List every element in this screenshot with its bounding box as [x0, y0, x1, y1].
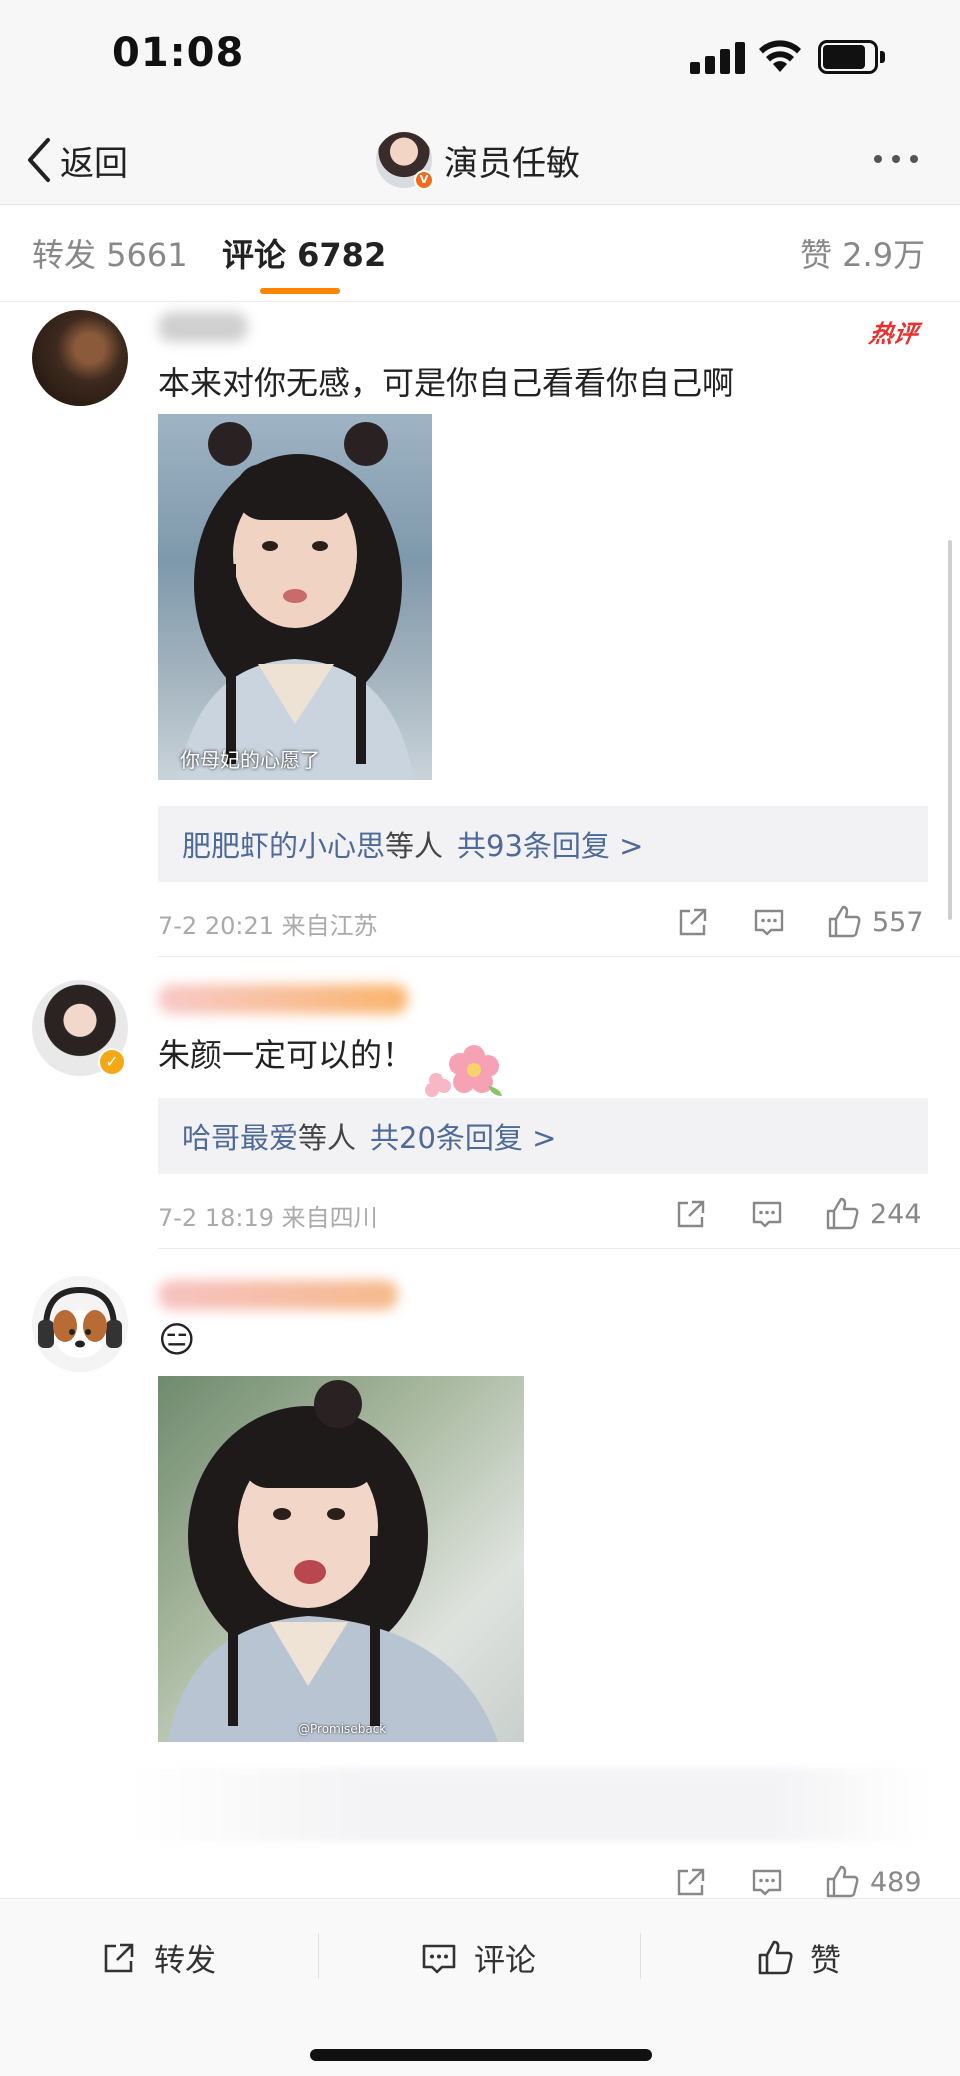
username-blurred[interactable]: [158, 312, 248, 342]
divider: [640, 1933, 641, 1979]
dog-headphones-avatar: [38, 1286, 122, 1358]
battery-icon: [818, 40, 886, 74]
comment-meta: 7-2 18:19 来自四川: [158, 1204, 378, 1232]
like-button[interactable]: 489: [824, 1864, 922, 1900]
thumbs-up-icon: [828, 905, 861, 938]
like-count: 489: [870, 1866, 922, 1898]
replies-summary[interactable]: 哈哥最爱 等人 共20条回复 >: [158, 1098, 928, 1174]
back-label: 返回: [60, 143, 128, 184]
share-icon[interactable]: [674, 1197, 708, 1231]
replies-summary[interactable]: 肥肥虾的小心思 等人 共93条回复 >: [158, 806, 928, 882]
tab-comments[interactable]: 评论 6782: [222, 230, 386, 276]
divider: [158, 1248, 960, 1249]
reply-user[interactable]: 哈哥最爱: [182, 1115, 298, 1157]
chevron-left-icon: [28, 138, 50, 182]
share-icon[interactable]: [674, 1865, 708, 1899]
share-icon[interactable]: [676, 905, 710, 939]
status-time: 01:08: [112, 30, 245, 76]
tab-bar: 转发 5661 评论 6782 赞 2.9万: [0, 206, 960, 302]
nav-bar: 返回 V 演员任敏: [0, 115, 960, 205]
comment-text: 本来对你无感，可是你自己看看你自己啊: [158, 364, 735, 402]
hot-comment-badge: 热评: [867, 320, 921, 348]
active-tab-indicator: [260, 288, 340, 294]
comment-actions: 244: [674, 1194, 928, 1234]
username-blurred[interactable]: [158, 1280, 398, 1310]
like-label: 赞: [810, 1943, 841, 1979]
status-bar: 01:08: [0, 0, 960, 115]
flower-sticker-icon: [422, 1042, 506, 1098]
comment-icon[interactable]: [750, 1197, 784, 1231]
comment-meta: 7-2 20:21 来自江苏: [158, 912, 378, 940]
thumbs-up-icon: [826, 1865, 859, 1898]
comment-icon[interactable]: [750, 1865, 784, 1899]
comment-actions: 489: [674, 1862, 928, 1902]
page-title[interactable]: V 演员任敏: [376, 127, 580, 193]
scrollbar[interactable]: [948, 540, 952, 920]
like-count: 244: [870, 1198, 922, 1230]
like-button[interactable]: 244: [824, 1196, 922, 1232]
tab-repost[interactable]: 转发 5661: [32, 230, 188, 276]
avatar[interactable]: [32, 1276, 128, 1372]
image-watermark: @Promiseback: [298, 1722, 387, 1736]
repost-label: 转发: [154, 1943, 216, 1979]
comment-emoji: 😑: [158, 1320, 196, 1361]
divider: [318, 1933, 319, 1979]
reply-and-label: 等人: [385, 829, 444, 863]
divider: [158, 956, 960, 957]
like-count: 557: [872, 906, 924, 938]
comment-image[interactable]: 你母妃的心愿了: [158, 414, 432, 780]
image-caption: 你母妃的心愿了: [180, 748, 320, 772]
reply-user[interactable]: 肥肥虾的小心思: [182, 823, 385, 865]
comment-button[interactable]: 评论: [420, 1935, 536, 1980]
like-button[interactable]: 557: [826, 904, 924, 940]
comment-image[interactable]: @Promiseback: [158, 1376, 524, 1742]
thumbs-up-icon: [758, 1940, 793, 1974]
replies-summary-blurred[interactable]: [130, 1768, 930, 1842]
verified-badge-icon: ✓: [98, 1048, 126, 1076]
portrait-figure: [178, 422, 414, 780]
more-options-icon[interactable]: [874, 155, 918, 163]
comment-icon: [422, 1944, 456, 1973]
avatar[interactable]: [32, 310, 128, 406]
comment-actions: 557: [676, 902, 930, 942]
reply-and-label: 等人: [298, 1121, 357, 1155]
avatar: V: [376, 132, 434, 190]
tab-likes[interactable]: 赞 2.9万: [800, 230, 925, 276]
share-icon: [104, 1943, 134, 1972]
cellular-signal-icon: [690, 42, 746, 74]
repost-button[interactable]: 转发: [100, 1935, 216, 1980]
like-button[interactable]: 赞: [756, 1935, 841, 1980]
comment-label: 评论: [474, 1943, 536, 1979]
comment-icon[interactable]: [752, 905, 786, 939]
thumbs-up-icon: [826, 1197, 859, 1230]
portrait-figure: [168, 1380, 498, 1742]
bottom-action-bar: 转发 评论 赞: [0, 1898, 960, 2076]
reply-count-link[interactable]: 共20条回复 >: [370, 1115, 556, 1157]
home-indicator[interactable]: [310, 2049, 652, 2061]
wifi-icon: [759, 40, 801, 72]
username-blurred[interactable]: [158, 984, 408, 1014]
page-title-text: 演员任敏: [444, 143, 580, 184]
back-button[interactable]: 返回: [24, 135, 128, 185]
comment-text: 朱颜一定可以的！: [158, 1036, 415, 1074]
verified-badge-icon: V: [414, 170, 434, 190]
reply-count-link[interactable]: 共93条回复 >: [457, 823, 643, 865]
